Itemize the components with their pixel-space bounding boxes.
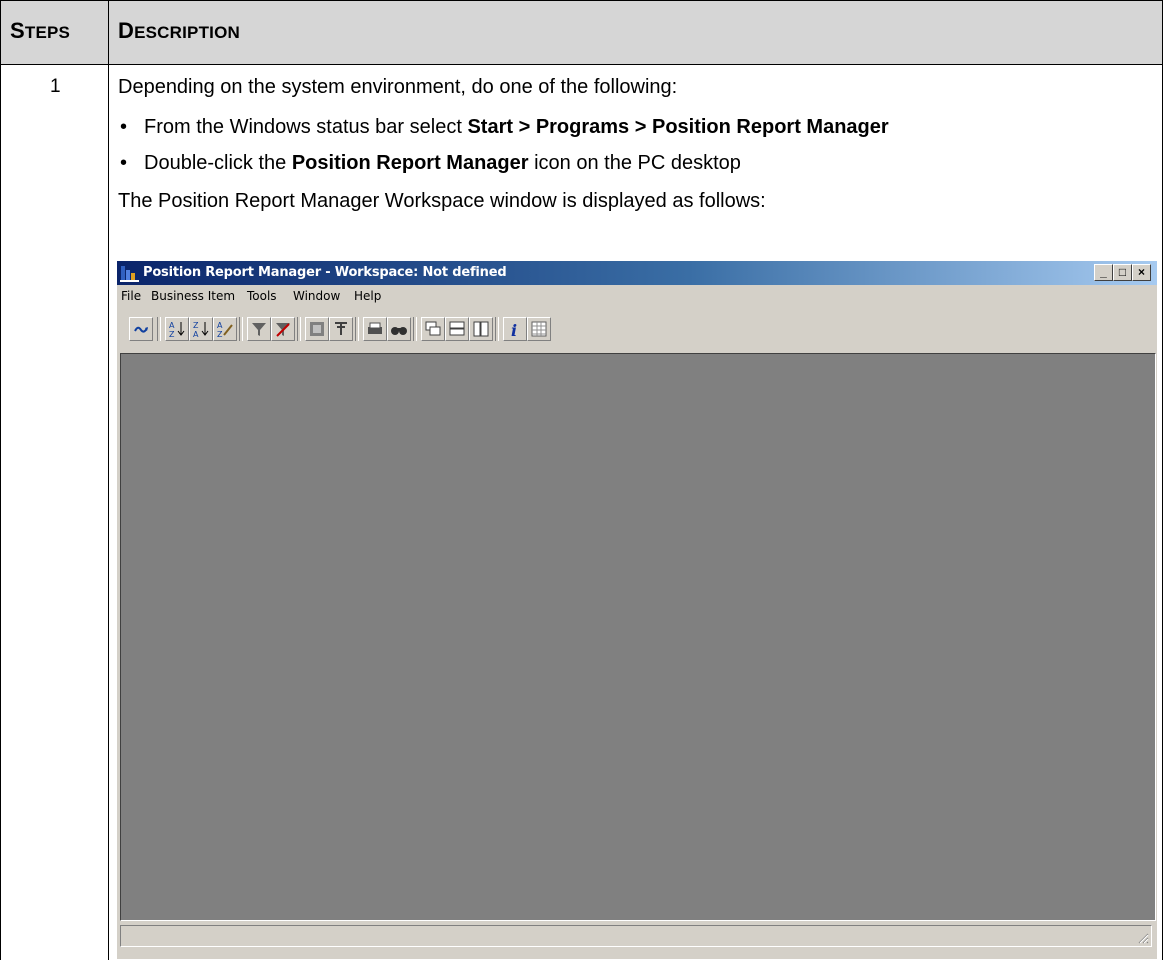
grid-button[interactable] (305, 317, 329, 341)
svg-text:A: A (169, 321, 175, 330)
sort-custom-icon: AZ (217, 321, 233, 339)
header-steps: STEPS (10, 18, 70, 44)
svg-text:Z: Z (193, 321, 199, 330)
print-icon (368, 322, 382, 334)
info-icon: i (511, 321, 517, 339)
refresh-icon (134, 326, 148, 333)
close-button[interactable]: × (1132, 264, 1151, 281)
svg-text:i: i (511, 321, 517, 339)
menu-help[interactable]: Help (354, 289, 381, 303)
steps-table: STEPS DESCRIPTION 1 Depending on the sys… (0, 0, 1163, 960)
table-header-row: STEPS DESCRIPTION (0, 0, 1163, 64)
bullet-item-start-menu: • From the Windows status bar select Star… (120, 116, 889, 138)
header-steps-text: STEPS (10, 18, 71, 43)
window-titlebar[interactable]: Position Report Manager - Workspace: Not… (117, 261, 1157, 285)
table-button[interactable] (527, 317, 551, 341)
intro-text: Depending on the system environment, do … (118, 76, 678, 98)
sort-ascending-button[interactable]: AZ (165, 317, 189, 341)
app-window: Position Report Manager - Workspace: Not… (117, 261, 1157, 959)
svg-text:A: A (217, 321, 223, 330)
menu-window[interactable]: Window (293, 289, 340, 303)
tile-vertical-button[interactable] (469, 317, 493, 341)
filter-button[interactable] (247, 317, 271, 341)
maximize-button[interactable]: □ (1113, 264, 1132, 281)
minimize-button[interactable]: _ (1094, 264, 1113, 281)
sort-ascending-icon: AZ (169, 321, 185, 339)
filter-icon (252, 323, 266, 336)
resize-grip-icon[interactable] (1137, 932, 1149, 944)
mdi-workspace (120, 353, 1156, 921)
outro-text: The Position Report Manager Workspace wi… (118, 190, 766, 212)
status-bar (120, 925, 1152, 947)
window-title: Position Report Manager - Workspace: Not… (143, 265, 507, 280)
bullet-text-suffix: icon on the PC desktop (528, 152, 741, 174)
sort-descending-button[interactable]: ZA (189, 317, 213, 341)
find-icon (391, 327, 407, 335)
tile-vertical-icon (473, 321, 489, 337)
cascade-button[interactable] (421, 317, 445, 341)
tree-icon (335, 322, 347, 335)
toolbar: AZ ZA AZ i (117, 307, 1157, 351)
bullet-text: Double-click the (144, 152, 292, 174)
menu-file[interactable]: File (121, 289, 141, 303)
bullet-bold-text: Position Report Manager (291, 152, 529, 174)
header-description: DESCRIPTION (118, 18, 240, 44)
filter-clear-button[interactable] (271, 317, 295, 341)
tile-horizontal-button[interactable] (445, 317, 469, 341)
bullet-item-desktop-icon: • Double-click the Position Report Manage… (120, 152, 741, 174)
menu-business-item[interactable]: Business Item (151, 289, 235, 303)
menu-tools[interactable]: Tools (247, 289, 277, 303)
find-button[interactable] (387, 317, 411, 341)
svg-text:A: A (193, 330, 199, 339)
bullet-bold-text: Start > Programs > Position Report Manag… (467, 116, 889, 138)
svg-text:Z: Z (169, 330, 175, 339)
header-description-text: DESCRIPTION (118, 18, 240, 43)
sort-custom-button[interactable]: AZ (213, 317, 237, 341)
tile-horizontal-icon (449, 321, 465, 336)
table-icon (531, 321, 547, 337)
bullet-text: From the Windows status bar select (144, 116, 468, 138)
filter-clear-icon (276, 323, 290, 337)
refresh-button[interactable] (129, 317, 153, 341)
sort-descending-icon: ZA (193, 321, 209, 339)
app-icon (120, 266, 139, 282)
print-button[interactable] (363, 317, 387, 341)
step-number: 1 (50, 76, 61, 97)
info-button[interactable]: i (503, 317, 527, 341)
menu-bar: File Business Item Tools Window Help (117, 285, 1157, 307)
grid-icon (310, 322, 324, 336)
cascade-icon (425, 321, 441, 336)
tree-button[interactable] (329, 317, 353, 341)
svg-text:Z: Z (217, 330, 223, 339)
